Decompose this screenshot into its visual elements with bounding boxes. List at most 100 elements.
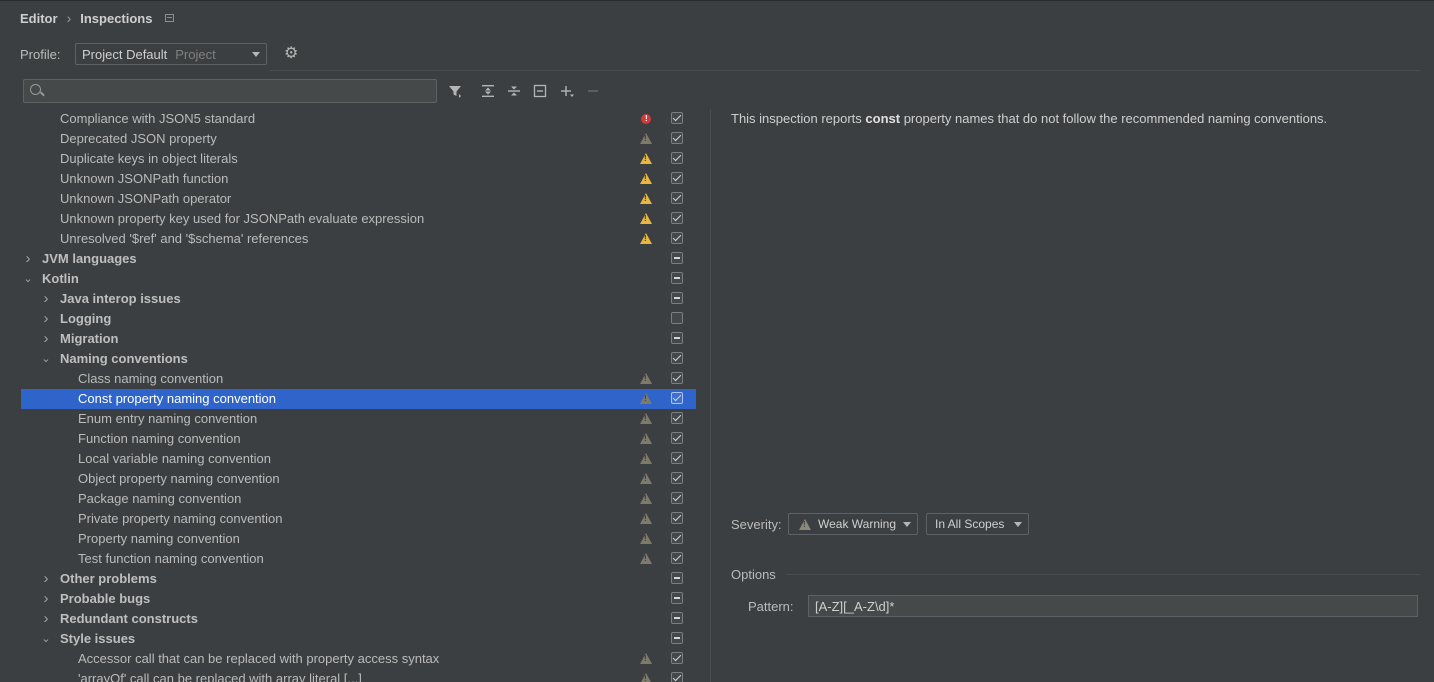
enable-checkbox[interactable] bbox=[671, 672, 683, 682]
tree-inspection-row[interactable]: Class naming convention bbox=[21, 369, 696, 389]
enable-checkbox[interactable] bbox=[671, 592, 683, 604]
tree-inspection-row[interactable]: Unknown JSONPath operator bbox=[21, 189, 696, 209]
chevron-down-icon[interactable]: ⌄ bbox=[41, 629, 51, 649]
enable-checkbox[interactable] bbox=[671, 452, 683, 464]
tree-group-row[interactable]: › Other problems bbox=[21, 569, 696, 589]
tree-inspection-row[interactable]: Property naming convention bbox=[21, 529, 696, 549]
enable-checkbox[interactable] bbox=[671, 652, 683, 664]
enable-checkbox[interactable] bbox=[671, 432, 683, 444]
tree-group-row[interactable]: › Probable bugs bbox=[21, 589, 696, 609]
tree-group-row[interactable]: ⌄ Style issues bbox=[21, 629, 696, 649]
tree-row-label: Naming conventions bbox=[60, 351, 188, 366]
tree-row-label: Property naming convention bbox=[78, 531, 240, 546]
warning-icon bbox=[640, 213, 652, 225]
enable-checkbox[interactable] bbox=[671, 152, 683, 164]
window-top-border bbox=[0, 0, 1434, 1]
chevron-down-icon[interactable]: ⌄ bbox=[23, 269, 33, 289]
tree-group-row[interactable]: ⌄ Kotlin bbox=[21, 269, 696, 289]
enable-checkbox[interactable] bbox=[671, 412, 683, 424]
reset-icon[interactable] bbox=[532, 83, 548, 99]
enable-checkbox[interactable] bbox=[671, 492, 683, 504]
remove-icon[interactable] bbox=[585, 83, 601, 99]
enable-checkbox[interactable] bbox=[671, 252, 683, 264]
weak-warning-icon bbox=[640, 373, 652, 385]
enable-checkbox[interactable] bbox=[671, 232, 683, 244]
weak-warning-icon bbox=[640, 533, 652, 545]
tree-row-label: Style issues bbox=[60, 631, 136, 646]
tree-group-row[interactable]: › JVM languages bbox=[21, 249, 696, 269]
chevron-right-icon[interactable]: › bbox=[41, 589, 51, 609]
tree-inspection-row[interactable]: Const property naming convention bbox=[21, 389, 696, 409]
chevron-right-icon[interactable]: › bbox=[41, 329, 51, 349]
enable-checkbox[interactable] bbox=[671, 512, 683, 524]
tree-inspection-row[interactable]: Duplicate keys in object literals bbox=[21, 149, 696, 169]
enable-checkbox[interactable] bbox=[671, 132, 683, 144]
chevron-right-icon[interactable]: › bbox=[23, 249, 33, 269]
pattern-input[interactable] bbox=[808, 595, 1418, 617]
weak-warning-icon bbox=[640, 673, 652, 682]
description-prefix: This inspection reports bbox=[731, 111, 866, 126]
chevron-down-icon[interactable]: ⌄ bbox=[41, 349, 51, 369]
tree-inspection-row[interactable]: Function naming convention bbox=[21, 429, 696, 449]
tree-inspection-row[interactable]: Unresolved '$ref' and '$schema' referenc… bbox=[21, 229, 696, 249]
tree-inspection-row[interactable]: Test function naming convention bbox=[21, 549, 696, 569]
tree-inspection-row[interactable]: Accessor call that can be replaced with … bbox=[21, 649, 696, 669]
enable-checkbox[interactable] bbox=[671, 292, 683, 304]
profile-label: Profile: bbox=[20, 47, 61, 62]
enable-checkbox[interactable] bbox=[671, 472, 683, 484]
tree-inspection-row[interactable]: Local variable naming convention bbox=[21, 449, 696, 469]
enable-checkbox[interactable] bbox=[671, 212, 683, 224]
enable-checkbox[interactable] bbox=[671, 172, 683, 184]
enable-checkbox[interactable] bbox=[671, 312, 683, 324]
tree-inspection-row[interactable]: Private property naming convention bbox=[21, 509, 696, 529]
search-icon bbox=[30, 84, 41, 95]
add-icon[interactable] bbox=[559, 83, 575, 99]
tree-inspection-row[interactable]: Object property naming convention bbox=[21, 469, 696, 489]
chevron-right-icon[interactable]: › bbox=[41, 569, 51, 589]
profile-dropdown[interactable]: Project Default Project bbox=[75, 43, 267, 65]
enable-checkbox[interactable] bbox=[671, 372, 683, 384]
gear-icon[interactable]: ⚙ bbox=[284, 46, 300, 62]
profile-scope: Project bbox=[175, 46, 216, 62]
enable-checkbox[interactable] bbox=[671, 272, 683, 284]
tree-inspection-row[interactable]: Package naming convention bbox=[21, 489, 696, 509]
search-field[interactable] bbox=[23, 79, 437, 103]
tree-group-row[interactable]: › Redundant constructs bbox=[21, 609, 696, 629]
tree-group-row[interactable]: › Logging bbox=[21, 309, 696, 329]
tree-group-row[interactable]: › Java interop issues bbox=[21, 289, 696, 309]
tree-row-label: Probable bugs bbox=[60, 591, 151, 606]
tree-inspection-row[interactable]: 'arrayOf' call can be replaced with arra… bbox=[21, 669, 696, 682]
collapse-all-icon[interactable] bbox=[506, 83, 522, 99]
enable-checkbox[interactable] bbox=[671, 392, 683, 404]
enable-checkbox[interactable] bbox=[671, 332, 683, 344]
tree-group-row[interactable]: ⌄ Naming conventions bbox=[21, 349, 696, 369]
enable-checkbox[interactable] bbox=[671, 552, 683, 564]
enable-checkbox[interactable] bbox=[671, 532, 683, 544]
scope-dropdown[interactable]: In All Scopes bbox=[926, 513, 1029, 535]
chevron-right-icon[interactable]: › bbox=[41, 289, 51, 309]
tree-inspection-row[interactable]: Compliance with JSON5 standard bbox=[21, 109, 696, 129]
severity-dropdown[interactable]: Weak Warning bbox=[788, 513, 918, 535]
breadcrumb-editor[interactable]: Editor bbox=[20, 11, 58, 26]
tree-inspection-row[interactable]: Deprecated JSON property bbox=[21, 129, 696, 149]
filter-icon[interactable] bbox=[447, 83, 463, 99]
enable-checkbox[interactable] bbox=[671, 112, 683, 124]
tree-inspection-row[interactable]: Unknown JSONPath function bbox=[21, 169, 696, 189]
page-menu-icon[interactable] bbox=[165, 14, 175, 22]
panel-divider[interactable] bbox=[710, 109, 711, 682]
chevron-right-icon[interactable]: › bbox=[41, 309, 51, 329]
inspections-tree[interactable]: Compliance with JSON5 standard Deprecated… bbox=[21, 109, 696, 682]
enable-checkbox[interactable] bbox=[671, 352, 683, 364]
tree-group-row[interactable]: › Migration bbox=[21, 329, 696, 349]
enable-checkbox[interactable] bbox=[671, 612, 683, 624]
weak-warning-icon bbox=[640, 413, 652, 425]
enable-checkbox[interactable] bbox=[671, 632, 683, 644]
weak-warning-icon bbox=[640, 393, 652, 405]
enable-checkbox[interactable] bbox=[671, 192, 683, 204]
expand-all-icon[interactable] bbox=[480, 83, 496, 99]
tree-inspection-row[interactable]: Enum entry naming convention bbox=[21, 409, 696, 429]
search-input[interactable] bbox=[50, 82, 434, 102]
tree-inspection-row[interactable]: Unknown property key used for JSONPath e… bbox=[21, 209, 696, 229]
chevron-right-icon[interactable]: › bbox=[41, 609, 51, 629]
enable-checkbox[interactable] bbox=[671, 572, 683, 584]
